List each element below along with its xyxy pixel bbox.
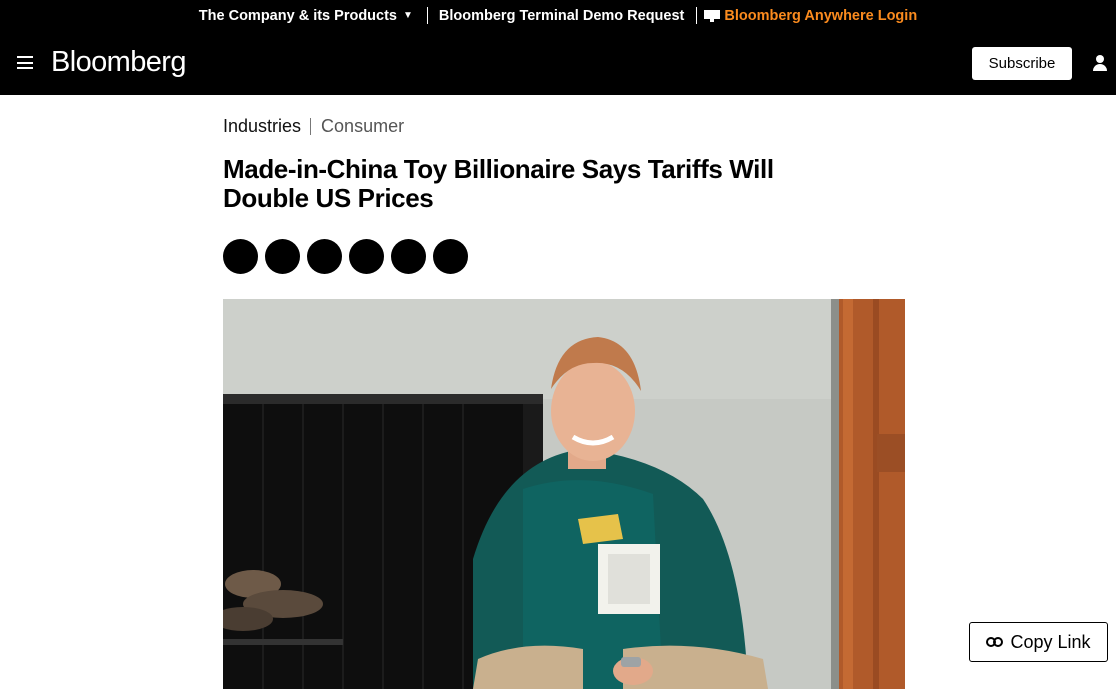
hero-photo — [223, 299, 905, 689]
company-products-label: The Company & its Products — [198, 7, 397, 24]
hamburger-icon[interactable] — [17, 56, 33, 69]
share-button-1[interactable] — [223, 239, 258, 274]
breadcrumb-consumer[interactable]: Consumer — [321, 116, 404, 137]
link-icon — [986, 637, 1004, 647]
company-products-menu[interactable]: The Company & its Products ▼ — [199, 8, 413, 24]
caret-down-icon: ▼ — [403, 10, 413, 21]
breadcrumb: Industries Consumer — [223, 116, 404, 137]
share-buttons — [223, 239, 468, 274]
share-button-2[interactable] — [265, 239, 300, 274]
breadcrumb-industries[interactable]: Industries — [223, 116, 301, 137]
share-button-4[interactable] — [349, 239, 384, 274]
subscribe-button[interactable]: Subscribe — [972, 47, 1072, 80]
anywhere-login-label: Bloomberg Anywhere Login — [724, 7, 918, 24]
share-button-6[interactable] — [433, 239, 468, 274]
article-headline: Made-in-China Toy Billionaire Says Tarif… — [223, 154, 774, 213]
anywhere-login-link[interactable]: Bloomberg Anywhere Login — [704, 8, 917, 24]
utility-bar: The Company & its Products ▼ Bloomberg T… — [0, 0, 1116, 31]
share-button-5[interactable] — [391, 239, 426, 274]
terminal-icon — [704, 9, 721, 22]
hero-image — [223, 299, 905, 689]
main-nav: Bloomberg Subscribe — [0, 31, 1116, 95]
utility-divider — [696, 7, 698, 24]
site-header: The Company & its Products ▼ Bloomberg T… — [0, 0, 1116, 95]
terminal-demo-label: Bloomberg Terminal Demo Request — [438, 7, 685, 24]
terminal-demo-link[interactable]: Bloomberg Terminal Demo Request — [439, 8, 684, 24]
breadcrumb-divider — [310, 118, 312, 135]
utility-divider — [426, 7, 428, 24]
copy-link-label: Copy Link — [1010, 631, 1091, 652]
copy-link-button[interactable]: Copy Link — [969, 622, 1108, 662]
user-icon[interactable] — [1092, 55, 1108, 71]
share-button-3[interactable] — [307, 239, 342, 274]
bloomberg-logo[interactable]: Bloomberg — [51, 46, 186, 79]
